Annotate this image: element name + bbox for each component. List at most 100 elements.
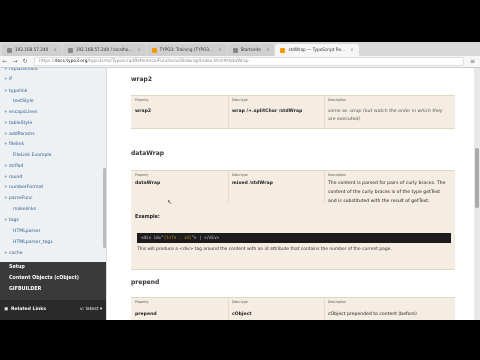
code-example: <div id="{tsfe : id}"> | </div>	[137, 233, 451, 243]
table-divider	[228, 298, 229, 320]
related-links-bar[interactable]: ▣ Related Links v: latest ▾	[0, 300, 106, 320]
property-description: content of the curly braces is of the ty…	[328, 190, 441, 195]
browser-tab-active[interactable]: stdWrap — TypoScript Re... ×	[275, 44, 359, 56]
sidebar-item-label: addParams	[9, 132, 35, 137]
sidebar-item-content-objects[interactable]: Content Objects (cObject)	[9, 276, 79, 281]
code-fragment: "> | </div>	[191, 235, 220, 240]
property-description: and is substituted with the result of ge…	[328, 199, 430, 204]
sidebar-item-label: encapsLines	[9, 110, 38, 115]
menu-icon[interactable]: ≡	[470, 58, 475, 65]
sidebar-item-label: if	[9, 77, 12, 82]
browser-tab[interactable]: 192.168.57.240 ×	[2, 44, 62, 56]
close-icon[interactable]: ×	[350, 44, 354, 56]
main-content: wrap2 Property Data type Description wra…	[107, 68, 474, 320]
column-header: Description	[328, 300, 347, 304]
sidebar-item-label: HTMLparser	[13, 229, 41, 234]
sidebar-item[interactable]: +cache	[4, 251, 23, 256]
sidebar-item[interactable]: +tags	[4, 218, 19, 223]
tab-label: TYPO3: Training (TYPO3...	[159, 47, 214, 52]
tab-label: stdWrap — TypoScript Re...	[288, 47, 346, 52]
close-icon[interactable]: ×	[137, 44, 141, 56]
page-icon	[67, 47, 73, 53]
sidebar-item[interactable]: +if	[4, 77, 12, 82]
video-letterbox-top	[0, 0, 480, 42]
sidebar-item-label: tableStyle	[9, 121, 33, 126]
page-icon	[7, 47, 12, 53]
sidebar-item[interactable]: makelinks	[13, 207, 36, 212]
sidebar-item[interactable]: FileLink Example	[13, 153, 51, 158]
property-name: prepend	[135, 312, 157, 317]
property-description: The content is parsed for pairs of curly…	[328, 181, 446, 186]
sidebar-item[interactable]: +replacement	[4, 68, 38, 72]
sidebar-item[interactable]: +filelink	[4, 142, 24, 147]
page-scrollbar[interactable]	[474, 68, 480, 320]
property-datatype[interactable]: mixed /stdWrap	[232, 181, 273, 186]
close-icon[interactable]: ×	[218, 44, 222, 56]
sidebar-item[interactable]: +tableStyle	[4, 121, 32, 126]
sidebar-item-label: HTMLparser_tags	[13, 240, 53, 245]
sidebar-item-label: parseFunc	[9, 196, 33, 201]
sidebar-item-label: cache	[9, 251, 23, 256]
back-icon[interactable]: ←	[0, 58, 10, 65]
tab-label: Startseite	[240, 47, 261, 52]
version-selector[interactable]: v: latest ▾	[80, 307, 102, 312]
tab-label: 192.168.57.240 / localho...	[75, 47, 133, 52]
mouse-cursor-icon: ↖	[167, 199, 173, 206]
sidebar-item[interactable]: +parseFunc	[4, 196, 33, 201]
property-description: same as .wrap (but watch the order in wh…	[328, 109, 443, 114]
column-header: Data type	[232, 300, 248, 304]
sidebar-item-label: numberFormat	[9, 185, 44, 190]
browser-tab[interactable]: Startseite ×	[227, 44, 275, 56]
url-path: /typo3cms/TyposcriptReference/Functions/…	[87, 59, 249, 64]
sidebar-item[interactable]: +strPad	[4, 164, 23, 169]
url-input[interactable]: https://docs.typo3.org/typo3cms/Typoscri…	[34, 57, 464, 66]
typo3-icon	[280, 47, 286, 53]
close-icon[interactable]: ×	[53, 44, 57, 56]
sidebar-item-gifbuilder[interactable]: GIFBUILDER	[9, 287, 41, 292]
browser-tab[interactable]: TYPO3: Training (TYPO3... ×	[146, 44, 227, 56]
sidebar-item[interactable]: +addParams	[4, 132, 35, 137]
reload-icon[interactable]: ↻	[20, 58, 30, 65]
property-datatype[interactable]: cObject	[232, 312, 252, 317]
table-divider	[324, 171, 325, 203]
close-icon[interactable]: ×	[266, 44, 270, 56]
sidebar-item-label: typolink	[9, 89, 28, 94]
sidebar-item[interactable]: +numberFormat	[4, 185, 43, 190]
column-header: Description	[328, 98, 347, 102]
sidebar-item-label: round	[9, 175, 23, 180]
column-header: Description	[328, 173, 347, 177]
sidebar-item[interactable]: +encapsLines	[4, 110, 37, 115]
table-divider	[228, 171, 229, 203]
scrollbar-thumb[interactable]	[475, 148, 479, 208]
example-note: This will produce a <div> tag around the…	[137, 247, 392, 252]
sidebar-item[interactable]: HTMLparser_tags	[13, 240, 53, 245]
browser-tab-strip: 192.168.57.240 × 192.168.57.240 / localho…	[0, 42, 480, 56]
sidebar-item[interactable]: textStyle	[13, 99, 34, 104]
sidebar-item[interactable]: HTMLparser	[13, 229, 41, 234]
page-icon	[232, 47, 238, 53]
property-description: cObject prepended to content (before)	[328, 312, 417, 317]
property-table: Property Data type Description wrap2 wra…	[131, 95, 455, 129]
browser-tab[interactable]: 192.168.57.240 / localho... ×	[62, 44, 146, 56]
related-links-label[interactable]: Related Links	[11, 307, 46, 312]
sidebar-item[interactable]: +round	[4, 175, 22, 180]
table-divider	[324, 298, 325, 320]
sidebar-item-label: replacement	[9, 68, 38, 72]
section-heading: dataWrap	[131, 150, 165, 157]
sidebar-scrollbar[interactable]	[103, 168, 106, 248]
forward-icon[interactable]: →	[10, 58, 20, 65]
column-header: Data type	[232, 173, 248, 177]
code-fragment: {tsfe : id}	[163, 235, 192, 240]
sidebar-item-label: strPad	[9, 164, 24, 169]
video-letterbox-bottom	[0, 320, 480, 360]
sidebar-item-label: tags	[9, 218, 19, 223]
url-host: docs.typo3.org	[54, 59, 88, 64]
code-fragment: <div id="	[141, 235, 164, 240]
sidebar-item-setup[interactable]: Setup	[9, 265, 25, 270]
sidebar-item[interactable]: +typolink	[4, 89, 27, 94]
property-datatype[interactable]: wrap /+.splitChar /stdWrap	[232, 109, 302, 114]
property-name: dataWrap	[135, 181, 161, 186]
sidebar-item-label: textStyle	[13, 99, 34, 104]
sidebar-item-label: makelinks	[13, 207, 37, 212]
address-bar: ← → ↻ https://docs.typo3.org/typo3cms/Ty…	[0, 56, 480, 68]
